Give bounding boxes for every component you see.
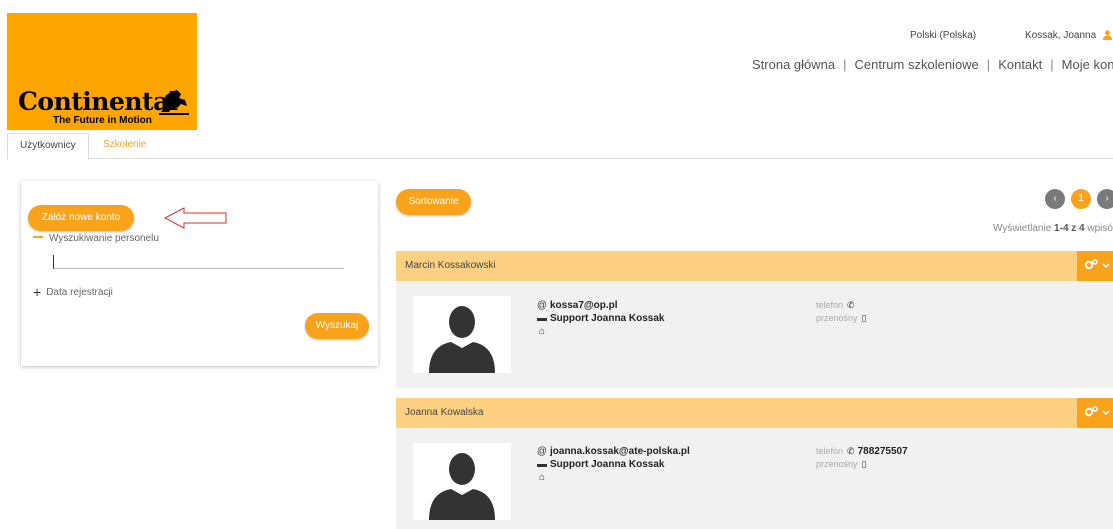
search-button[interactable]: Wyszukaj <box>305 313 369 339</box>
user-phone: telefon ✆ 788275507 <box>816 446 908 457</box>
annotation-arrow <box>164 207 227 229</box>
user-email: @ joanna.kossak@ate-polska.pl <box>536 446 690 457</box>
pager-page-1[interactable]: 1 <box>1071 189 1091 209</box>
user-card-body: @ joanna.kossak@ate-polska.pl ▬ Support Jo… <box>396 428 1113 529</box>
phone-icon: ✆ <box>847 300 855 310</box>
user-card-name: Marcin Kossakowski <box>405 260 496 271</box>
sort-button[interactable]: Sortowanie <box>396 189 471 215</box>
nav-separator: | <box>1050 57 1054 72</box>
main-tabs: Użytkownicy Szkolenie <box>7 133 1113 160</box>
user-address: ⌂ <box>536 326 550 337</box>
personnel-search-toggle[interactable]: Wyszukiwanie personelu <box>33 233 159 244</box>
plus-icon: + <box>33 284 42 300</box>
user-card-header: Marcin Kossakowski <box>396 251 1113 281</box>
user-mobile: przenośny ▯ <box>816 313 867 323</box>
create-account-button[interactable]: Załóż nowe konto <box>28 205 134 231</box>
briefcase-icon: ▬ <box>537 313 547 324</box>
tab-users[interactable]: Użytkownicy <box>7 133 89 160</box>
nav-my-account[interactable]: Moje konto <box>1062 57 1113 72</box>
horse-icon <box>159 90 189 115</box>
gears-icon <box>1084 259 1110 270</box>
user-mobile: przenośny ▯ <box>816 459 867 469</box>
search-panel: Załóż nowe konto Wyszukiwanie personelu … <box>21 181 378 366</box>
minus-icon <box>33 236 43 238</box>
home-icon: ⌂ <box>538 472 546 483</box>
pager-prev-button[interactable]: ‹ <box>1045 189 1065 209</box>
avatar-icon <box>413 443 511 520</box>
user-card-body: @ kossa7@op.pl ▬ Support Joanna Kossak ⌂ t… <box>396 281 1113 388</box>
user-phone: telefon ✆ <box>816 300 855 310</box>
personnel-search-input[interactable] <box>53 255 344 269</box>
user-actions-button[interactable] <box>1077 398 1113 428</box>
nav-home[interactable]: Strona główna <box>752 57 835 72</box>
home-icon: ⌂ <box>538 326 546 337</box>
nav-separator: | <box>843 57 847 72</box>
at-icon: @ <box>536 300 548 311</box>
continental-logo[interactable]: Continental The Future in Motion <box>7 13 197 130</box>
mobile-icon: ▯ <box>861 459 867 469</box>
nav-separator: | <box>986 57 991 72</box>
user-card-header: Joanna Kowalska <box>396 398 1113 428</box>
user-name: Kossak, Joanna <box>1025 30 1097 41</box>
user-menu[interactable]: Kossak, Joanna <box>1025 30 1112 41</box>
user-department: ▬ Support Joanna Kossak <box>537 313 665 324</box>
top-navigation: Strona główna | Centrum szkoleniowe | Kontak… <box>752 57 1113 72</box>
nav-training-center[interactable]: Centrum szkoleniowe <box>855 57 979 72</box>
results-count: Wyświetlanie 1-4 z 4 wpisów <box>993 223 1113 234</box>
personnel-search-label: Wyszukiwanie personelu <box>49 233 159 244</box>
gears-icon <box>1084 406 1110 417</box>
user-icon <box>1102 30 1112 40</box>
logo-wordmark: Continental <box>18 87 178 116</box>
phone-icon: ✆ <box>847 446 855 456</box>
user-address: ⌂ <box>536 472 550 483</box>
logo-tagline: The Future in Motion <box>53 115 152 126</box>
nav-contact[interactable]: Kontakt <box>998 57 1042 72</box>
at-icon: @ <box>536 446 548 457</box>
registration-date-label: Data rejestracji <box>46 287 113 298</box>
user-actions-button[interactable] <box>1077 251 1113 281</box>
user-department: ▬ Support Joanna Kossak <box>537 459 665 470</box>
avatar-icon <box>413 296 511 373</box>
language-selector[interactable]: Polski (Polska) <box>910 30 976 41</box>
mobile-icon: ▯ <box>861 313 867 323</box>
pager-next-button[interactable]: › <box>1097 189 1113 209</box>
briefcase-icon: ▬ <box>537 459 547 470</box>
user-email: @ kossa7@op.pl <box>536 300 618 311</box>
registration-date-toggle[interactable]: + Data rejestracji <box>33 284 113 300</box>
tab-training[interactable]: Szkolenie <box>91 133 158 159</box>
user-card-name: Joanna Kowalska <box>405 407 484 418</box>
